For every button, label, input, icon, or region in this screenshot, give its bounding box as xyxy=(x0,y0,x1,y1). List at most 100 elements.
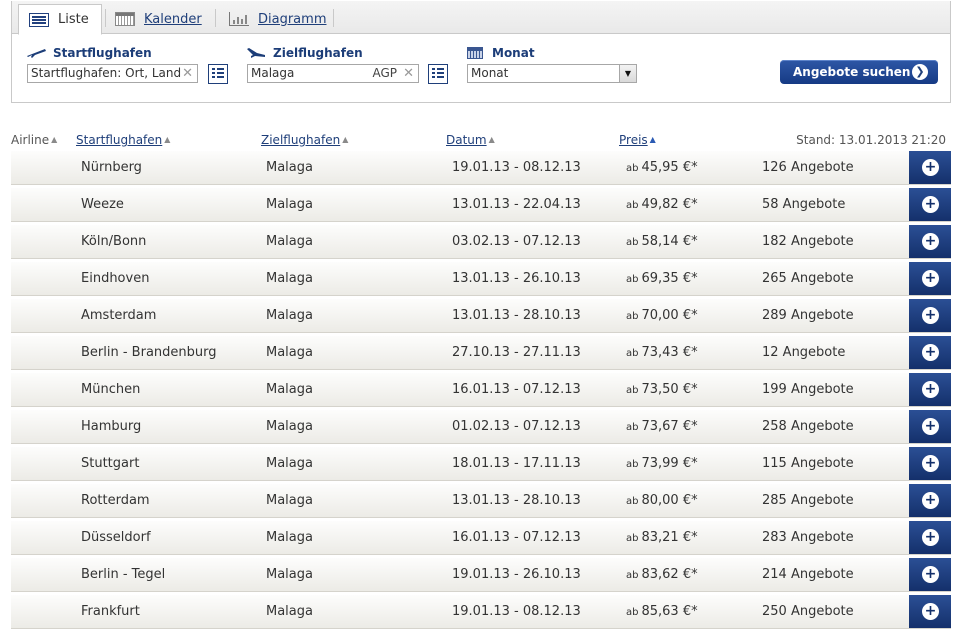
plus-icon: + xyxy=(922,270,939,287)
row-offer-count: 250 Angebote xyxy=(762,604,854,619)
result-row[interactable]: Amsterdam Malaga 13.01.13 - 28.10.13 ab 7… xyxy=(11,299,951,333)
result-row[interactable]: München Malaga 16.01.13 - 07.12.13 ab 73,… xyxy=(11,373,951,407)
row-price-value: 83,21 €* xyxy=(641,530,698,545)
row-expand-button[interactable]: + xyxy=(909,262,951,295)
row-price-value: 80,00 €* xyxy=(641,493,698,508)
view-tabs: Liste Kalender Diagramm xyxy=(12,1,950,35)
list-icon xyxy=(29,12,49,27)
destination-input[interactable]: Malaga AGP ✕ xyxy=(247,64,419,83)
row-date-range: 27.10.13 - 27.11.13 xyxy=(452,345,581,360)
row-price-prefix: ab xyxy=(626,459,639,470)
result-row[interactable]: Nürnberg Malaga 19.01.13 - 08.12.13 ab 45… xyxy=(11,151,951,185)
result-row[interactable]: Eindhoven Malaga 13.01.13 - 26.10.13 ab 6… xyxy=(11,262,951,296)
row-offer-count: 12 Angebote xyxy=(762,345,846,360)
col-ziel[interactable]: Zielflughafen ▲ xyxy=(261,133,348,147)
col-airline[interactable]: Airline ▲ xyxy=(11,133,57,147)
tab-divider xyxy=(333,9,334,27)
result-row[interactable]: Berlin - Brandenburg Malaga 27.10.13 - 2… xyxy=(11,336,951,370)
destination-code: AGP xyxy=(372,66,397,80)
col-start-label: Startflughafen xyxy=(76,133,163,147)
row-expand-button[interactable]: + xyxy=(909,299,951,332)
sort-asc-active-icon: ▲ xyxy=(649,135,656,144)
col-datum[interactable]: Datum ▲ xyxy=(446,133,495,147)
row-price-prefix: ab xyxy=(626,237,639,248)
row-price-prefix: ab xyxy=(626,163,639,174)
sort-asc-icon: ▲ xyxy=(51,135,58,144)
row-expand-button[interactable]: + xyxy=(909,558,951,591)
destination-label-text: Zielflughafen xyxy=(273,46,363,60)
col-preis[interactable]: Preis ▲ xyxy=(619,133,656,147)
result-row[interactable]: Hamburg Malaga 01.02.13 - 07.12.13 ab 73,… xyxy=(11,410,951,444)
row-destination: Malaga xyxy=(266,604,313,619)
results-list: Nürnberg Malaga 19.01.13 - 08.12.13 ab 45… xyxy=(11,151,951,632)
tab-liste-label: Liste xyxy=(58,12,89,27)
col-start[interactable]: Startflughafen ▲ xyxy=(76,133,170,147)
row-expand-button[interactable]: + xyxy=(909,225,951,258)
row-expand-button[interactable]: + xyxy=(909,373,951,406)
row-price: ab 73,99 €* xyxy=(626,456,698,471)
row-offer-count: 182 Angebote xyxy=(762,234,854,249)
row-offer-count: 199 Angebote xyxy=(762,382,854,397)
destination-list-button[interactable] xyxy=(428,64,448,84)
plus-icon: + xyxy=(922,603,939,620)
row-expand-button[interactable]: + xyxy=(909,484,951,517)
origin-label-text: Startflughafen xyxy=(53,46,152,60)
plus-icon: + xyxy=(922,344,939,361)
chevron-down-icon[interactable]: ▼ xyxy=(619,65,636,82)
row-price-prefix: ab xyxy=(626,274,639,285)
plus-icon: + xyxy=(922,307,939,324)
row-offer-count: 283 Angebote xyxy=(762,530,854,545)
row-offer-count: 58 Angebote xyxy=(762,197,846,212)
row-destination: Malaga xyxy=(266,382,313,397)
plus-icon: + xyxy=(922,159,939,176)
plus-icon: + xyxy=(922,455,939,472)
row-expand-button[interactable]: + xyxy=(909,595,951,628)
row-destination: Malaga xyxy=(266,234,313,249)
result-row[interactable]: Berlin - Tegel Malaga 19.01.13 - 26.10.1… xyxy=(11,558,951,592)
result-row[interactable]: Weeze Malaga 13.01.13 - 22.04.13 ab 49,82… xyxy=(11,188,951,222)
row-origin: Amsterdam xyxy=(81,308,157,323)
row-price: ab 73,67 €* xyxy=(626,419,698,434)
search-panel: Liste Kalender Diagramm Startflughafen S… xyxy=(11,1,951,103)
origin-clear-icon[interactable]: ✕ xyxy=(182,65,193,82)
row-price-prefix: ab xyxy=(626,607,639,618)
result-row[interactable]: Köln/Bonn Malaga 03.02.13 - 07.12.13 ab 5… xyxy=(11,225,951,259)
row-expand-button[interactable]: + xyxy=(909,336,951,369)
plus-icon: + xyxy=(922,529,939,546)
results-header: Airline ▲ Startflughafen ▲ Zielflughafen ▲ … xyxy=(0,133,958,149)
origin-list-button[interactable] xyxy=(208,64,228,84)
destination-clear-icon[interactable]: ✕ xyxy=(403,65,414,82)
month-calendar-icon xyxy=(467,47,483,59)
row-price-value: 45,95 €* xyxy=(641,160,698,175)
tab-diagramm[interactable]: Diagramm xyxy=(229,5,326,33)
plus-icon: + xyxy=(922,492,939,509)
row-price-prefix: ab xyxy=(626,348,639,359)
result-row[interactable]: Düsseldorf Malaga 16.01.13 - 07.12.13 ab… xyxy=(11,521,951,555)
row-destination: Malaga xyxy=(266,160,313,175)
col-ziel-label: Zielflughafen xyxy=(261,133,341,147)
row-origin: Köln/Bonn xyxy=(81,234,147,249)
row-expand-button[interactable]: + xyxy=(909,151,951,184)
result-row[interactable]: Frankfurt Malaga 19.01.13 - 08.12.13 ab 8… xyxy=(11,595,951,629)
row-price-prefix: ab xyxy=(626,570,639,581)
result-row[interactable]: Stuttgart Malaga 18.01.13 - 17.11.13 ab 7… xyxy=(11,447,951,481)
row-price: ab 45,95 €* xyxy=(626,160,698,175)
month-select[interactable]: Monat ▼ xyxy=(467,64,637,83)
arrival-plane-icon xyxy=(247,48,266,58)
row-expand-button[interactable]: + xyxy=(909,410,951,443)
row-date-range: 19.01.13 - 26.10.13 xyxy=(452,567,581,582)
arrow-right-icon: ❯ xyxy=(912,64,928,80)
row-destination: Malaga xyxy=(266,493,313,508)
origin-input[interactable]: Startflughafen: Ort, Land ✕ xyxy=(27,64,198,83)
row-destination: Malaga xyxy=(266,567,313,582)
search-offers-button[interactable]: Angebote suchen ❯ xyxy=(780,60,938,84)
row-expand-button[interactable]: + xyxy=(909,188,951,221)
tab-kalender[interactable]: Kalender xyxy=(115,5,202,33)
tab-divider xyxy=(105,9,106,27)
plus-icon: + xyxy=(922,381,939,398)
tab-liste[interactable]: Liste xyxy=(18,4,102,35)
row-expand-button[interactable]: + xyxy=(909,447,951,480)
result-row[interactable]: Rotterdam Malaga 13.01.13 - 28.10.13 ab 8… xyxy=(11,484,951,518)
chart-icon xyxy=(229,12,249,26)
row-expand-button[interactable]: + xyxy=(909,521,951,554)
